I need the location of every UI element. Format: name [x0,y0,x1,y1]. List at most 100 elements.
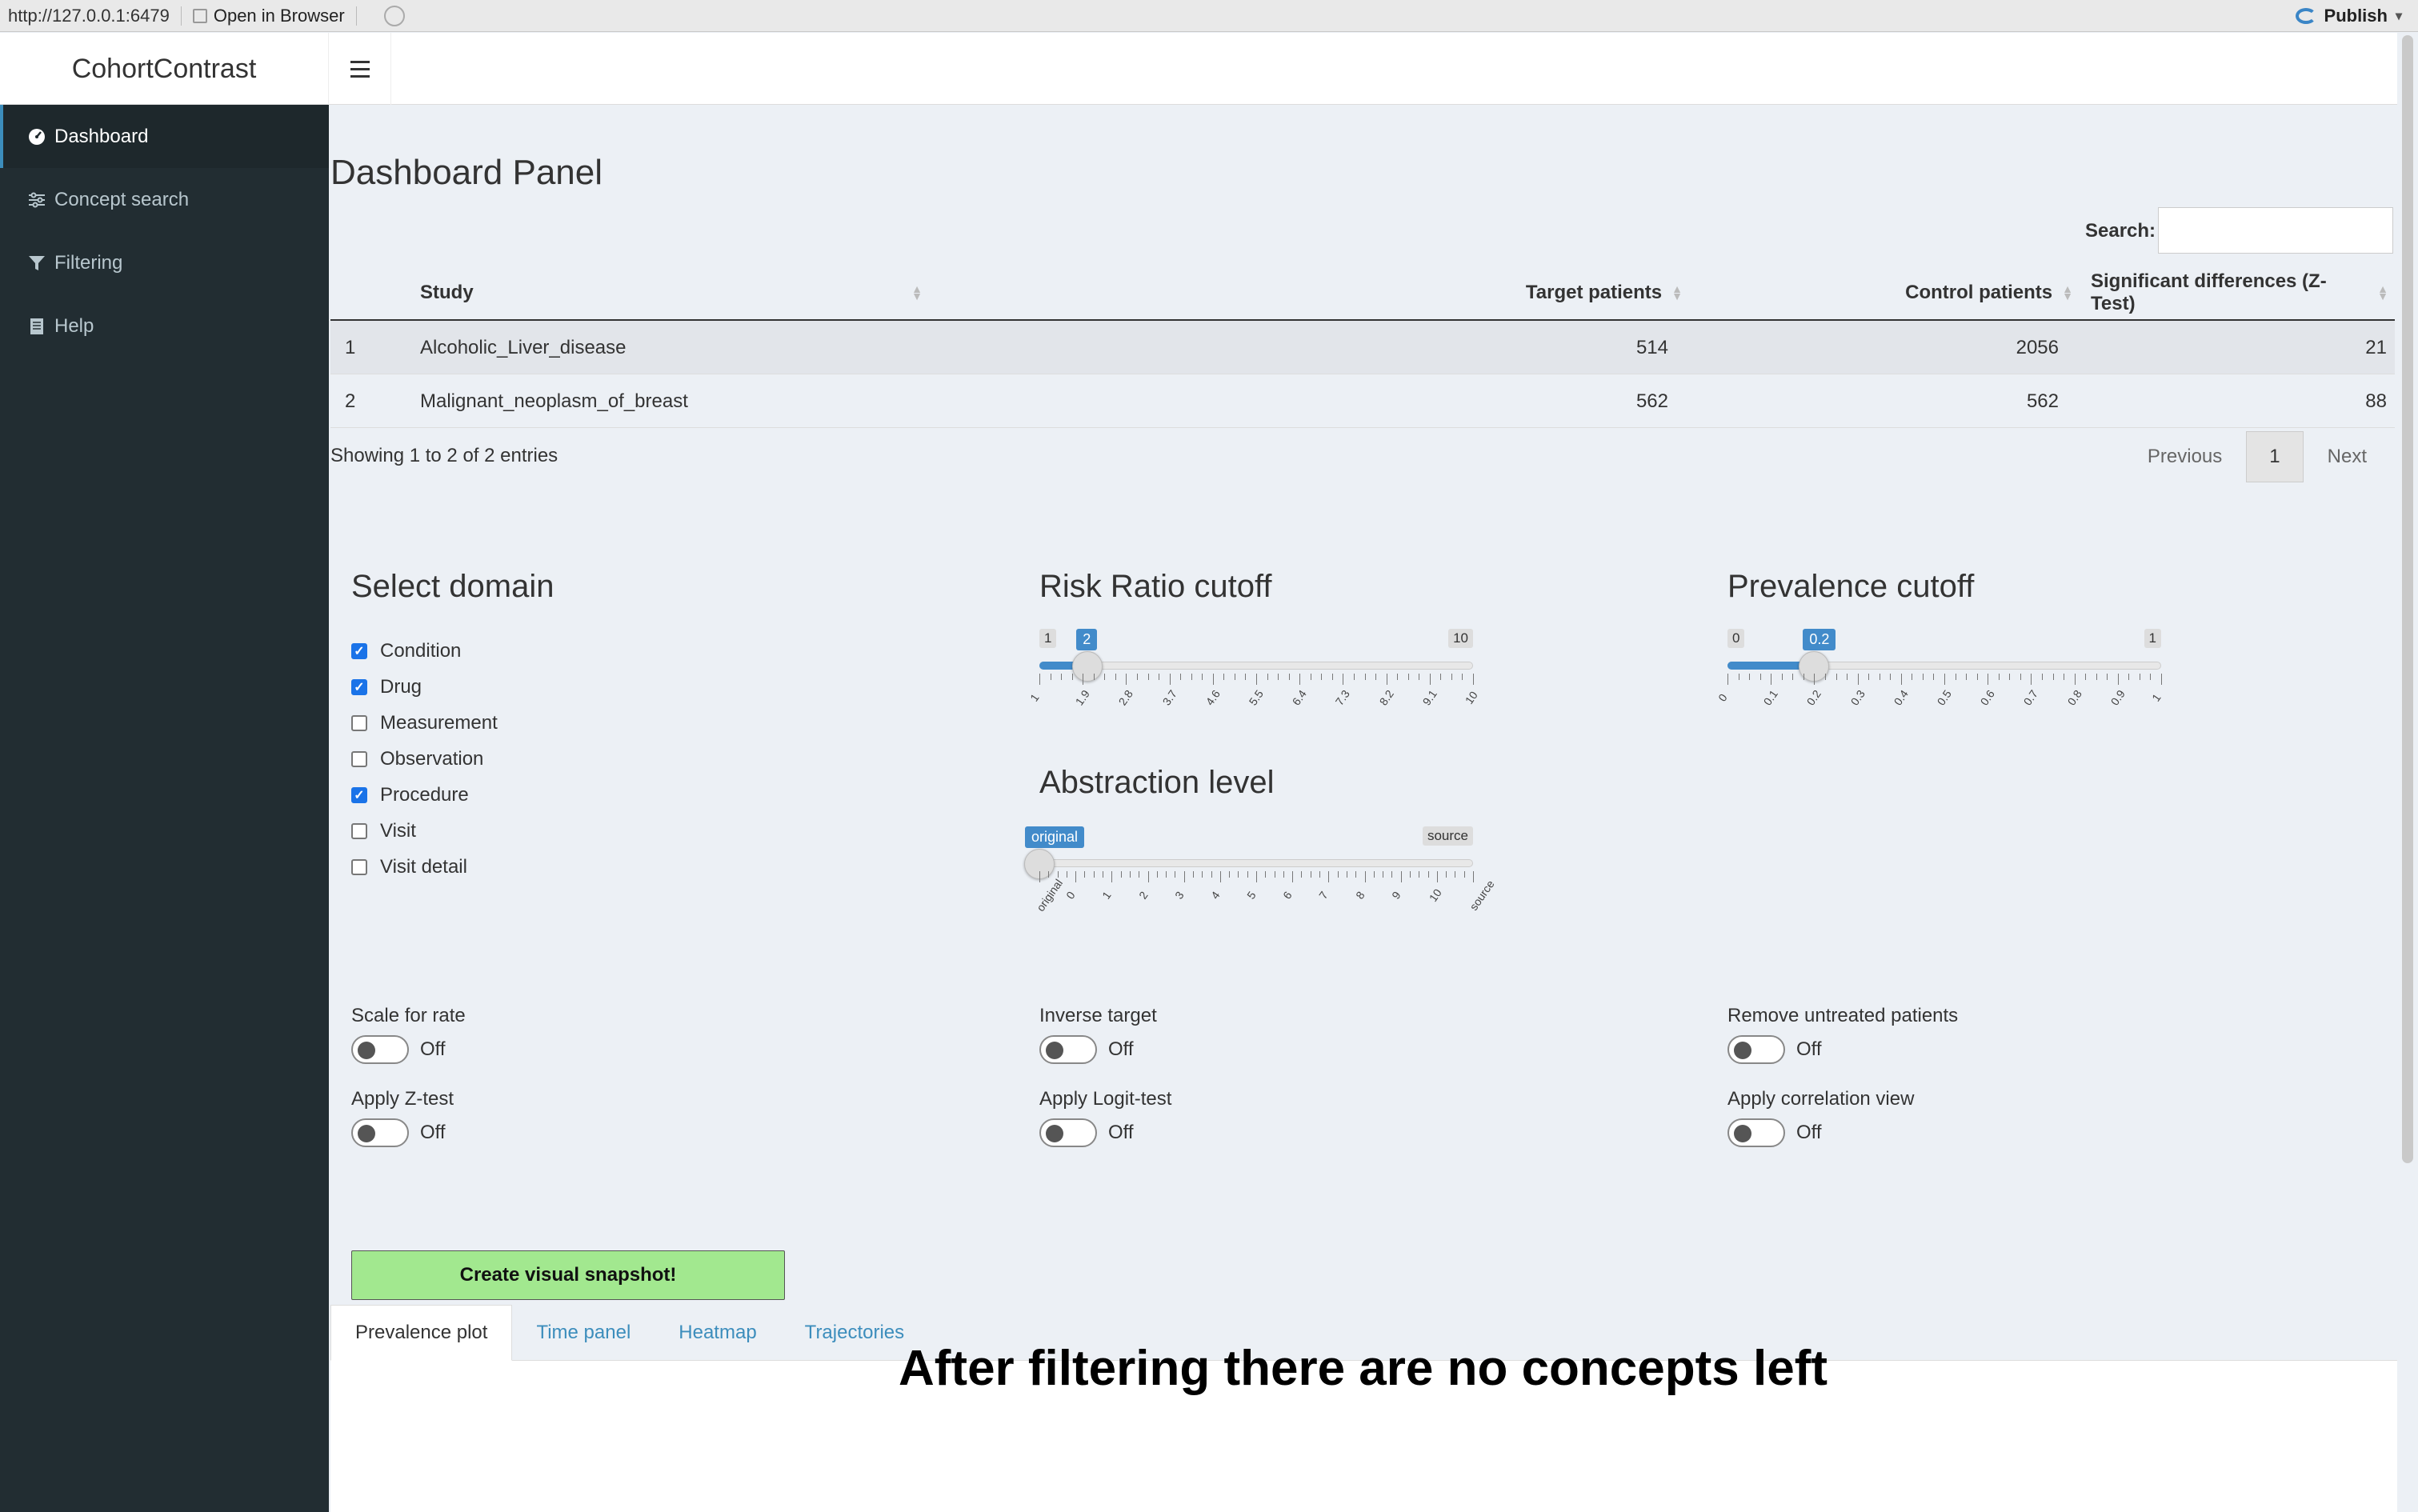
checkbox[interactable]: ✓ [351,786,367,803]
slider-tick [1391,871,1393,878]
slider-tick [2107,674,2108,680]
publish-button[interactable]: Publish ▾ [2295,0,2402,32]
slider-tick-label: 2 [1135,889,1151,902]
slider-track[interactable] [1039,859,1473,867]
slider-tick-label: 6.4 [1289,687,1310,708]
slider-tick-label: 1.9 [1072,687,1093,708]
prevalence-slider[interactable]: 0 1 0.2 0 0.1 0.2 0.3 0.4 0.5 0.6 0.7 0.8 0.9 1 [1715,629,2164,725]
create-visual-snapshot-button[interactable]: Create visual snapshot! [351,1250,785,1300]
checkbox[interactable] [351,822,367,839]
slider-tick [1057,871,1059,878]
sidebar-item-help[interactable]: Help [0,294,329,358]
significant-cell: 88 [2365,390,2387,412]
sidebar-toggle-button[interactable] [329,33,391,105]
domain-option-observation[interactable]: Observation [351,741,498,777]
column-header-significant-differences[interactable]: Significant differences (Z-Test) ▲ ▼ [2091,265,2388,321]
slider-tick [1238,871,1239,878]
slider-tick [1169,674,1171,685]
column-header-target-patients[interactable]: Target patients ▲ ▼ [1131,265,1683,321]
checkbox[interactable] [351,858,367,875]
column-header-study[interactable]: Study ▲ ▼ [420,265,923,321]
slider-tick-label: 8 [1352,889,1367,902]
pagination: Previous 1 Next [2124,431,2391,482]
slider-tick [1824,674,1826,680]
refresh-icon[interactable] [383,5,405,26]
slider-tick [1180,674,1182,680]
row-index: 2 [345,390,356,412]
slider-max-label: 1 [2144,629,2161,648]
significant-cell: 21 [2365,336,2387,358]
table-row[interactable]: 1 Alcoholic_Liver_disease 514 2056 21 [330,321,2395,374]
domain-option-drug[interactable]: ✓ Drug [351,669,498,705]
slider-tick [1473,871,1474,882]
slider-tick [1247,871,1248,878]
row-index: 1 [345,336,356,358]
slider-tick-label: 1 [1099,889,1115,902]
url-text[interactable]: http://127.0.0.1:6479 [0,6,170,26]
domain-option-visit-detail[interactable]: Visit detail [351,849,498,885]
abstraction-level-slider[interactable]: original source original 0 1 2 3 4 5 6 7 8 9 10 sour… [1024,826,1497,922]
slider-tick [1202,871,1203,878]
slider-tick-label: 4 [1207,889,1223,902]
slider-tick [1120,871,1122,878]
slider-tick [1473,674,1474,685]
slider-tick [1321,674,1323,680]
domain-option-condition[interactable]: ✓ Condition [351,633,498,669]
checkbox[interactable] [351,714,367,731]
column-header-control-patients[interactable]: Control patients ▲ ▼ [1691,265,2073,321]
checkbox[interactable]: ✓ [351,642,367,659]
previous-page-button[interactable]: Previous [2124,431,2246,482]
slider-track[interactable] [1039,662,1473,670]
sidebar-item-dashboard[interactable]: Dashboard [0,105,329,168]
toggle-switch[interactable] [1727,1035,1785,1064]
slider-tick [1147,871,1149,882]
toggle-switch[interactable] [1039,1035,1097,1064]
slider-tick-label: 9 [1388,889,1403,902]
search-input[interactable] [2158,207,2393,254]
sidebar-item-filtering[interactable]: Filtering [0,231,329,294]
slider-tick [1966,674,1968,680]
next-page-button[interactable]: Next [2304,431,2391,482]
domain-option-measurement[interactable]: Measurement [351,705,498,741]
domain-option-visit[interactable]: Visit [351,813,498,849]
sort-icon: ▲ ▼ [2062,282,2073,302]
control-cell: 562 [2026,390,2059,412]
checkbox-label: Observation [380,747,484,770]
vertical-scrollbar[interactable] [2402,35,2413,1163]
toggle-switch[interactable] [1727,1118,1785,1147]
toggle-state: Off [1108,1122,1134,1143]
checkbox-label: Procedure [380,783,469,806]
slider-tick-label: 0.8 [2064,687,2084,708]
slider-tick [1890,674,1892,680]
checkbox-label: Condition [380,639,462,662]
toggle-label: Scale for rate [351,1005,466,1026]
select-domain-title: Select domain [351,569,554,604]
prevalence-title: Prevalence cutoff [1727,569,1975,604]
current-page-button[interactable]: 1 [2246,431,2304,482]
slider-tick [1355,871,1357,878]
toggle-switch[interactable] [1039,1118,1097,1147]
slider-tick-label: 0.3 [1848,687,1868,708]
slider-tick-label: 4.6 [1203,687,1223,708]
checkbox[interactable]: ✓ [351,678,367,695]
slider-tick [1749,674,1751,680]
app-logo[interactable]: CohortContrast [0,33,329,105]
apply-correlation-view-toggle: Apply correlation view Off [1727,1088,1914,1147]
risk-ratio-slider[interactable]: 1 10 2 1 1.9 2.8 3.7 4.6 5.5 6.4 7.3 8.2 9.1 10 [1027,629,1480,725]
open-in-browser-button[interactable]: Open in Browser [192,6,345,26]
toggle-switch[interactable] [351,1035,409,1064]
toggle-state: Off [1796,1122,1822,1143]
slider-tick-label: 7 [1316,889,1331,902]
checkbox[interactable] [351,750,367,767]
table-row[interactable]: 2 Malignant_neoplasm_of_breast 562 562 8… [330,374,2395,428]
sidebar-item-concept-search[interactable]: Concept search [0,168,329,231]
sidebar-item-label: Filtering [54,251,123,274]
slider-tick [1319,871,1321,878]
slider-tick [1084,871,1086,878]
slider-tick [1400,871,1402,882]
slider-tick-label: 3 [1171,889,1187,902]
table-info: Showing 1 to 2 of 2 entries [330,445,558,466]
page-title: Dashboard Panel [330,153,603,192]
domain-option-procedure[interactable]: ✓ Procedure [351,777,498,813]
toggle-switch[interactable] [351,1118,409,1147]
